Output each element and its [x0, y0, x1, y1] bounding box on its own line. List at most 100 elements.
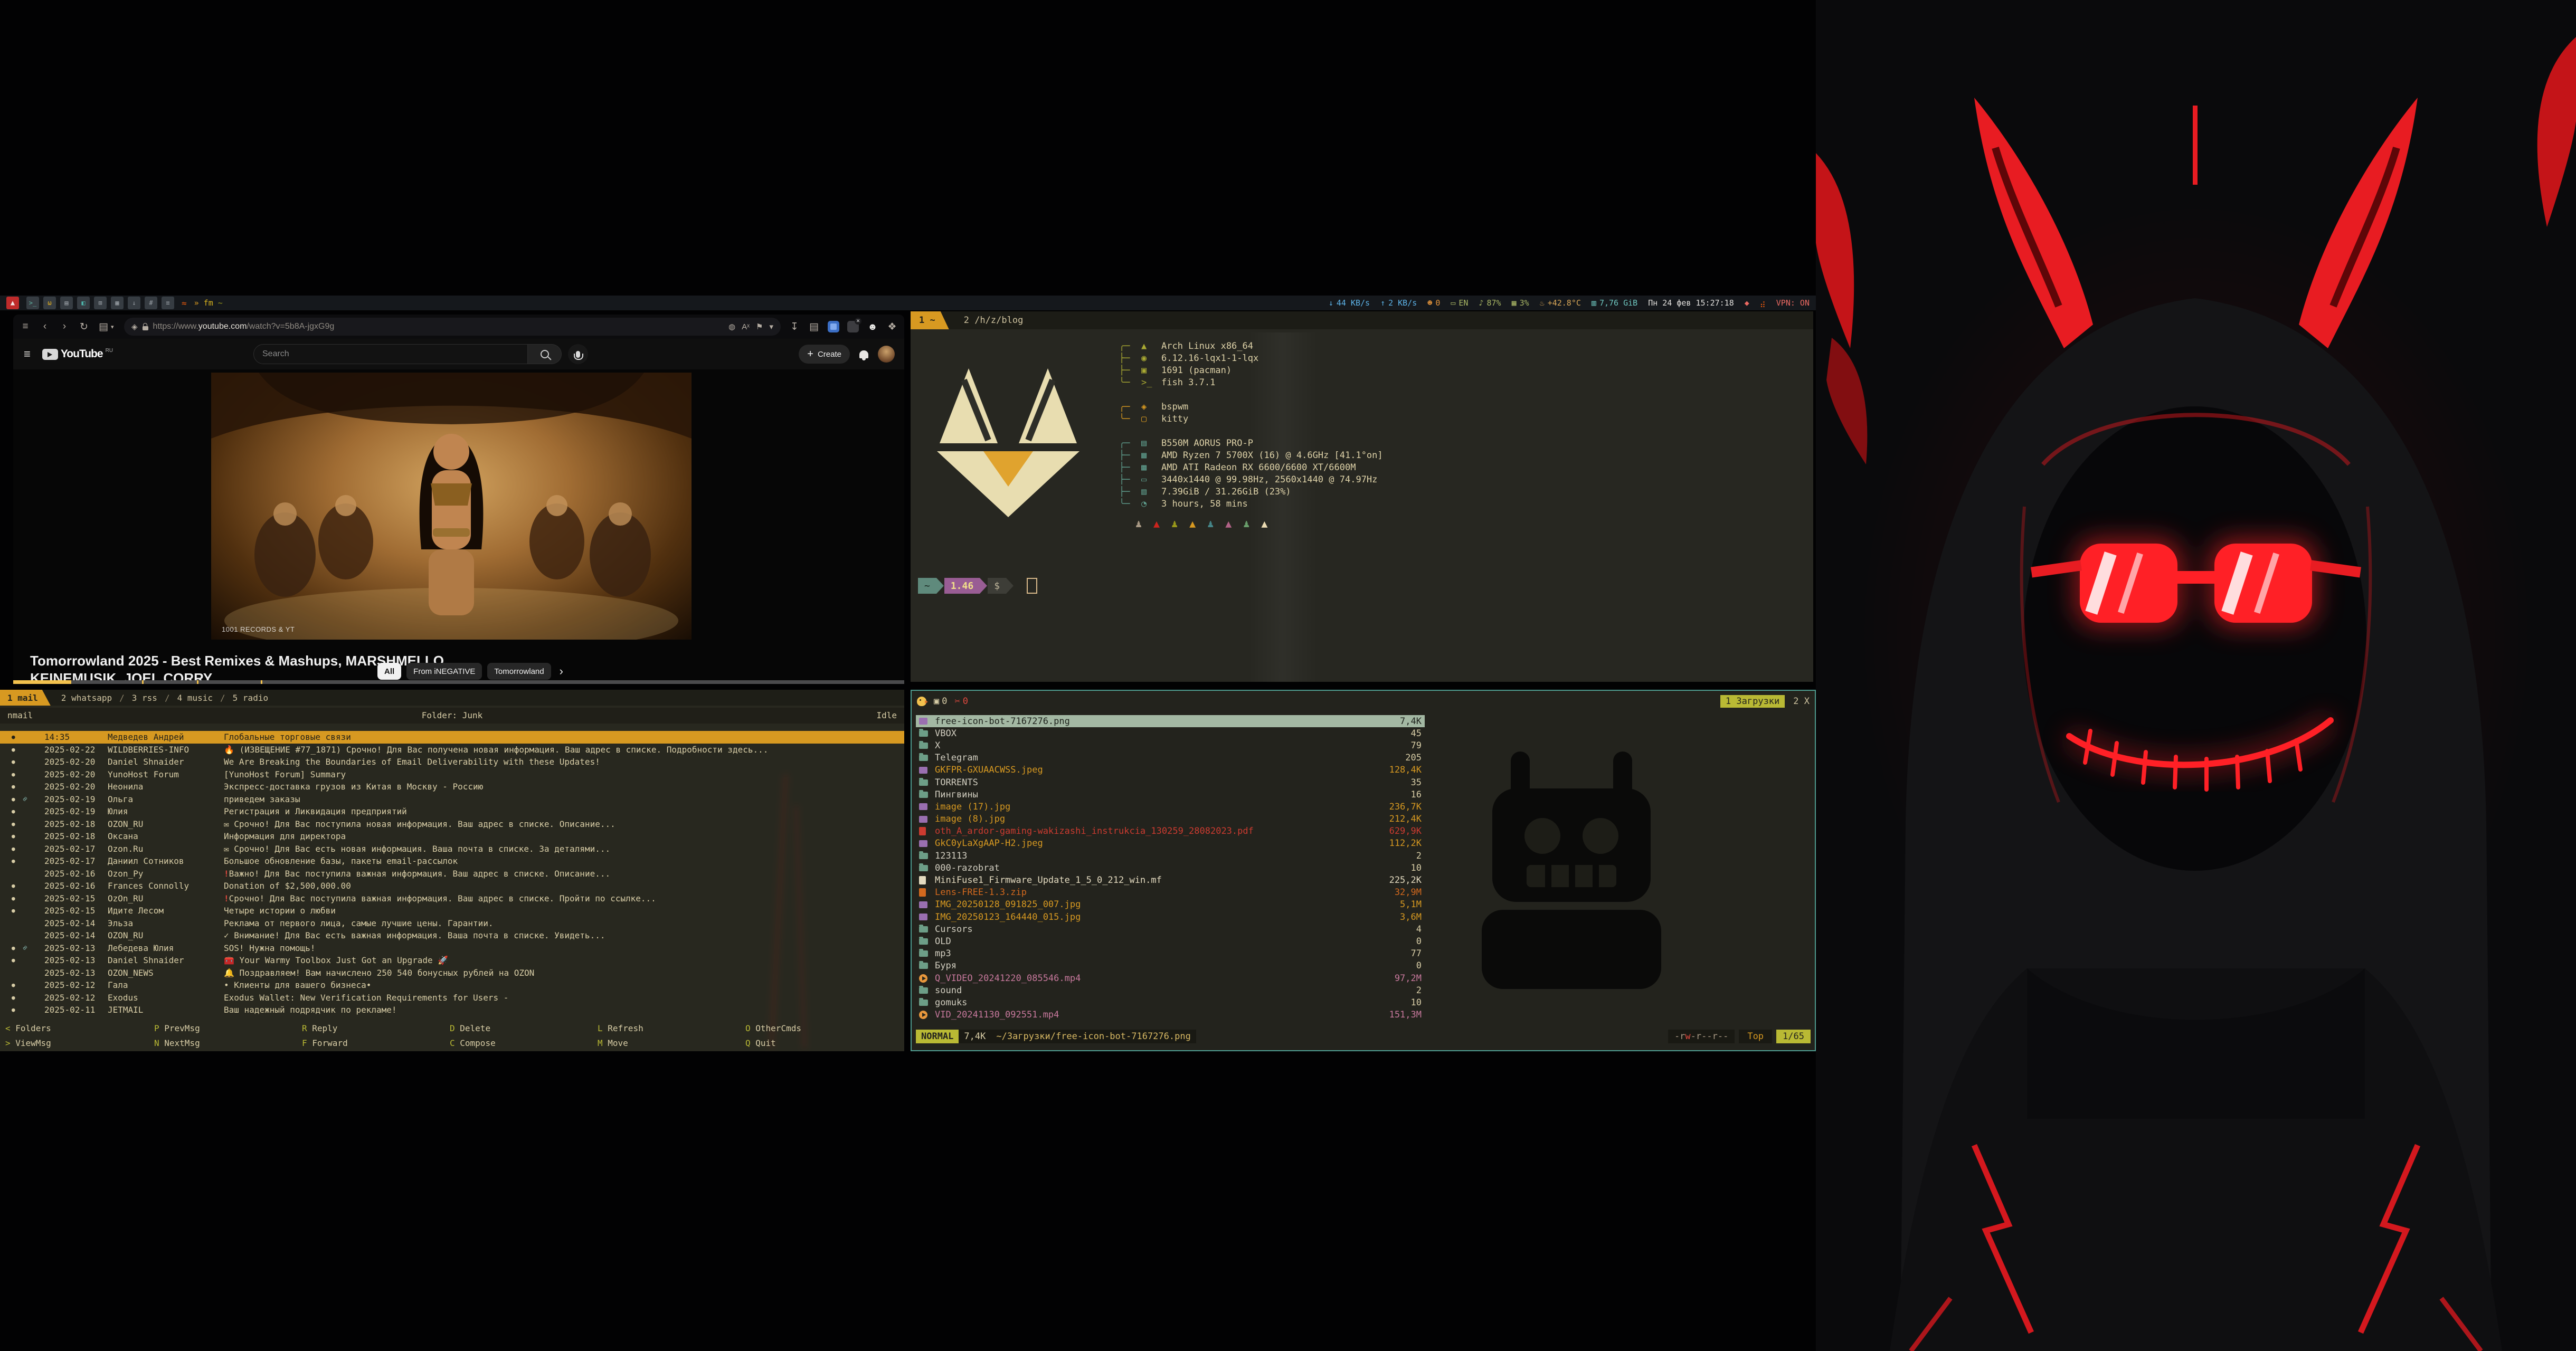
file-row[interactable]: sound2	[916, 984, 1425, 996]
lock-icon[interactable]	[143, 326, 148, 330]
file-row[interactable]: mp377	[916, 948, 1425, 960]
file-row[interactable]: VID_20241130_092551.mp4151,3M	[916, 1009, 1425, 1021]
extensions-puzzle-icon[interactable]: ❖	[886, 321, 898, 333]
mail-row[interactable]: ●2025-02-18ОксанаИнформация для директор…	[0, 830, 904, 843]
file-row[interactable]: IMG_20250123_164440_015.jpg3,6M	[916, 911, 1425, 923]
file-row[interactable]: GKFPR-GXUAACWSS.jpeg128,4K	[916, 764, 1425, 776]
youtube-logo[interactable]: YouTube RU	[42, 348, 113, 360]
mail-row[interactable]: ●2025-02-13Daniel Shnaider🧰 Your Warmy T…	[0, 954, 904, 967]
mail-row[interactable]: ●2025-02-20YunoHost Forum[YunoHost Forum…	[0, 768, 904, 781]
chip-from-inegative[interactable]: From iNEGATIVE	[406, 663, 482, 680]
chips-more-icon[interactable]: ›	[560, 664, 563, 678]
hotkey-folders[interactable]: < Folders	[5, 1021, 51, 1036]
mail-row[interactable]: ●2025-02-12Гала• Клиенты для вашего бизн…	[0, 979, 904, 992]
mail-row[interactable]: ●2025-02-12ExodusExodus Wallet: New Veri…	[0, 992, 904, 1004]
workspace-downloads-icon[interactable]: ↓	[128, 297, 140, 309]
mail-row[interactable]: ●2025-02-15OzOn_RU!Срочно! Для Вас посту…	[0, 892, 904, 905]
mail-row[interactable]: 2025-02-14ЭльзаРеклама от первого лица, …	[0, 917, 904, 930]
file-row[interactable]: Q_VIDEO_20241220_085546.mp497,2M	[916, 972, 1425, 984]
notifications-bell-icon[interactable]	[859, 350, 868, 358]
file-row[interactable]: Telegram205	[916, 752, 1425, 764]
file-row[interactable]: TORRENTS35	[916, 776, 1425, 788]
file-row[interactable]: free-icon-bot-7167276.png7,4K	[916, 715, 1425, 727]
workspace-hash-icon[interactable]: #	[145, 297, 157, 309]
mail-row[interactable]: ●2025-02-20Daniel ShnaiderWe Are Breakin…	[0, 756, 904, 768]
mail-row[interactable]: ●2025-02-15Идите ЛесомЧетыре истории о л…	[0, 905, 904, 917]
file-row[interactable]: MiniFuse1_Firmware_Update_1_5_0_212_win.…	[916, 874, 1425, 886]
hotkey-refresh[interactable]: L Refresh	[598, 1021, 643, 1036]
file-row[interactable]: X79	[916, 739, 1425, 751]
mail-row[interactable]: ●2025-02-17Даниил СотниковБольшое обновл…	[0, 855, 904, 868]
bookmark-icon[interactable]: ⚑	[756, 322, 763, 331]
vifm-tab-2[interactable]: 2 X	[1793, 696, 1810, 707]
mail-row[interactable]: ●2025-02-16Frances ConnollyDonation of $…	[0, 880, 904, 892]
video-progress-bar[interactable]	[13, 680, 904, 684]
sidebar-caret-icon[interactable]: ▾	[111, 324, 116, 330]
file-row[interactable]: IMG_20250128_091825_007.jpg5,1M	[916, 899, 1425, 911]
hotkey-delete[interactable]: D Delete	[450, 1021, 490, 1036]
mail-row[interactable]: ●2025-02-22WILDBERRIES-INFO🔥 (ИЗВЕЩЕНИЕ …	[0, 744, 904, 756]
vifm-tab-downloads[interactable]: 1 Загрузки	[1720, 695, 1785, 708]
mail-row[interactable]: ●14:35Медведев АндрейГлобальные торговые…	[0, 731, 904, 744]
arch-logo-icon[interactable]: ▲	[6, 297, 19, 309]
extension-blue-icon[interactable]	[828, 321, 839, 332]
hotkey-move[interactable]: M Move	[598, 1036, 628, 1051]
file-row[interactable]: OLD0	[916, 935, 1425, 947]
bookmark-caret-icon[interactable]: ▾	[769, 322, 773, 331]
url-bar[interactable]: ◈ https://www.youtube.com/watch?v=5b8A-j…	[124, 318, 781, 336]
mail-row[interactable]: ●2025-02-17Ozon.Ru✉ Срочно! Для Вас есть…	[0, 843, 904, 855]
hotkey-othercmds[interactable]: O OtherCmds	[745, 1021, 801, 1036]
file-row[interactable]: Cursors4	[916, 923, 1425, 935]
file-row[interactable]: 000-razobrat10	[916, 862, 1425, 874]
tmux-tab-music[interactable]: 4 music	[177, 693, 213, 703]
sidebar-icon[interactable]: ▤	[98, 321, 109, 333]
mail-row[interactable]: ●2025-02-19ЮлияРегистрация и Ликвидация …	[0, 805, 904, 818]
workspace-gallery-icon[interactable]: ▦	[111, 297, 124, 309]
tmux-tab-mail[interactable]: 1 mail	[0, 690, 51, 706]
file-row[interactable]: image (17).jpg236,7K	[916, 801, 1425, 813]
reload-icon[interactable]: ↻	[78, 321, 90, 333]
chip-tomorrowland[interactable]: Tomorrowland	[487, 663, 551, 680]
menu-icon[interactable]: ≡	[20, 321, 31, 332]
voice-search-button[interactable]	[568, 344, 588, 364]
search-button[interactable]	[528, 344, 562, 364]
mail-row[interactable]: ●2025-02-11JETMAILВаш надежный подрядчик…	[0, 1004, 904, 1016]
hotkey-viewmsg[interactable]: > ViewMsg	[5, 1036, 51, 1051]
mail-row[interactable]: ●2025-02-20НеонилаЭкспресс-доставка груз…	[0, 781, 904, 793]
translate-icon[interactable]: Aˣ	[742, 322, 750, 331]
tmux-tab-radio[interactable]: 5 radio	[233, 693, 268, 703]
file-row[interactable]: oth_A_ardor-gaming-wakizashi_instrukcia_…	[916, 825, 1425, 838]
hotkey-nextmsg[interactable]: N NextMsg	[154, 1036, 200, 1051]
terminal-tab-1[interactable]: 1 ~	[911, 311, 949, 329]
workspace-windows-icon[interactable]: ⊞	[94, 297, 107, 309]
hotkey-quit[interactable]: Q Quit	[745, 1036, 776, 1051]
file-row[interactable]: GkC0yLaXgAAP-H2.jpeg112,2K	[916, 838, 1425, 850]
hotkey-reply[interactable]: R Reply	[302, 1021, 337, 1036]
youtube-menu-icon[interactable]: ≡	[24, 347, 31, 361]
hotkey-forward[interactable]: F Forward	[302, 1036, 348, 1051]
video-player[interactable]: 1001 RECORDS & YT	[211, 373, 692, 640]
mail-row[interactable]: 2025-02-14OZON_RU✓ Внимание! Для Вас ест…	[0, 929, 904, 942]
mail-row[interactable]: ●2025-02-18OZON_RU✉ Срочно! Для Вас пост…	[0, 818, 904, 831]
url-text[interactable]: https://www.youtube.com/watch?v=5b8A-jgx…	[153, 322, 335, 331]
ghostery-icon[interactable]: ☻	[867, 321, 878, 332]
file-row[interactable]: gomuks10	[916, 996, 1425, 1009]
tmux-tab-whatsapp[interactable]: 2 whatsapp	[61, 693, 112, 703]
mail-row[interactable]: ●∞2025-02-19Ольгаприведем заказы	[0, 793, 904, 806]
chip-all[interactable]: All	[377, 663, 401, 680]
mail-row[interactable]: 2025-02-13OZON_NEWS🔔 Поздравляем! Вам на…	[0, 967, 904, 979]
rss-icon[interactable]: ◍	[728, 322, 735, 331]
back-icon[interactable]: ‹	[39, 321, 51, 332]
file-row[interactable]: Lens-FREE-1.3.zip32,9M	[916, 887, 1425, 899]
workspace-files-icon[interactable]: ▤	[60, 297, 73, 309]
file-row[interactable]: Буря0	[916, 960, 1425, 972]
downloads-icon[interactable]: ↧	[789, 321, 800, 333]
file-row[interactable]: 1231132	[916, 850, 1425, 862]
screenshot-icon[interactable]	[847, 321, 859, 332]
terminal-cursor[interactable]	[1027, 578, 1037, 594]
hotkey-compose[interactable]: C Compose	[450, 1036, 496, 1051]
mail-row[interactable]: 2025-02-16Ozon_Py!Важно! Для Вас поступи…	[0, 868, 904, 880]
workspace-chat-icon[interactable]: ◧	[77, 297, 90, 309]
forward-icon[interactable]: ›	[59, 321, 70, 332]
tmux-tab-rss[interactable]: 3 rss	[132, 693, 157, 703]
